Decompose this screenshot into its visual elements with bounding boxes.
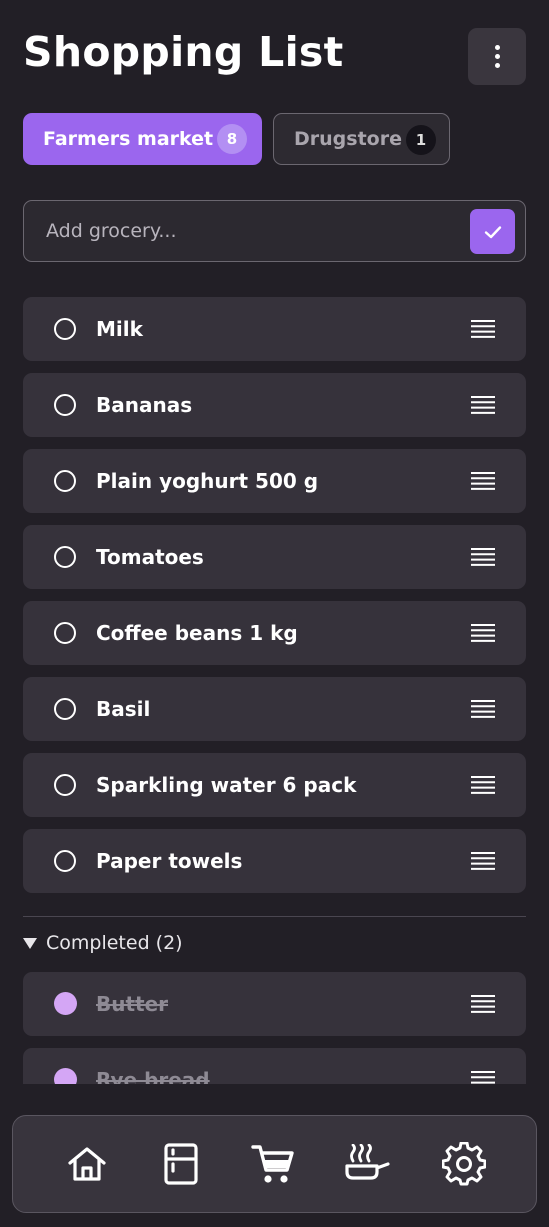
checked-circle[interactable]	[54, 992, 77, 1015]
count-badge: 8	[217, 124, 247, 154]
list-item[interactable]: Sparkling water 6 pack	[23, 753, 526, 817]
list-item[interactable]: Plain yoghurt 500 g	[23, 449, 526, 513]
drag-handle-icon[interactable]	[471, 851, 495, 871]
list-item[interactable]: Coffee beans 1 kg	[23, 601, 526, 665]
fridge-icon	[164, 1143, 198, 1185]
checkbox-circle[interactable]	[54, 622, 76, 644]
checkbox-circle[interactable]	[54, 850, 76, 872]
item-label: Coffee beans 1 kg	[96, 621, 298, 645]
item-label: Milk	[96, 317, 143, 341]
list-item[interactable]: Milk	[23, 297, 526, 361]
checkbox-circle[interactable]	[54, 394, 76, 416]
tab-label: Farmers market	[43, 128, 214, 150]
completed-item[interactable]: Butter	[23, 972, 526, 1036]
checked-circle[interactable]	[54, 1068, 77, 1084]
check-icon	[484, 225, 501, 238]
drag-handle-icon[interactable]	[471, 319, 495, 339]
more-menu-button[interactable]	[468, 28, 526, 85]
nav-home-button[interactable]	[63, 1140, 111, 1188]
item-label: Sparkling water 6 pack	[96, 773, 357, 797]
nav-fridge-button[interactable]	[157, 1140, 205, 1188]
add-grocery-input[interactable]	[24, 201, 464, 260]
checkbox-circle[interactable]	[54, 774, 76, 796]
completed-item[interactable]: Rye bread	[23, 1048, 526, 1084]
item-label: Rye bread	[96, 1068, 210, 1084]
completed-section-toggle[interactable]: Completed (2)	[23, 927, 183, 959]
nav-cart-button[interactable]	[249, 1140, 297, 1188]
tab-drugstore[interactable]: Drugstore 1	[273, 113, 450, 165]
item-label: Basil	[96, 697, 151, 721]
drag-handle-icon[interactable]	[471, 699, 495, 719]
divider	[23, 916, 526, 917]
nav-settings-button[interactable]	[440, 1140, 488, 1188]
tab-farmers-market[interactable]: Farmers market 8	[23, 113, 262, 165]
count-badge: 1	[406, 125, 436, 155]
list-item[interactable]: Bananas	[23, 373, 526, 437]
nav-cooking-button[interactable]	[343, 1140, 391, 1188]
bottom-navigation	[12, 1115, 537, 1213]
add-grocery-field	[23, 200, 526, 262]
tab-label: Drugstore	[294, 128, 402, 150]
more-vertical-icon-dot	[494, 63, 500, 68]
item-label: Bananas	[96, 393, 193, 417]
item-label: Plain yoghurt 500 g	[96, 469, 319, 493]
list-item[interactable]: Tomatoes	[23, 525, 526, 589]
item-label: Butter	[96, 992, 169, 1016]
checkbox-circle[interactable]	[54, 318, 76, 340]
more-vertical-icon	[494, 45, 500, 50]
completed-header-label: Completed (2)	[46, 932, 183, 954]
page-title: Shopping List	[23, 28, 344, 76]
item-label: Tomatoes	[96, 545, 204, 569]
cart-icon	[251, 1145, 294, 1183]
drag-handle-icon[interactable]	[471, 547, 495, 567]
home-icon	[68, 1147, 106, 1181]
checkbox-circle[interactable]	[54, 470, 76, 492]
caret-down-icon	[23, 937, 37, 949]
drag-handle-icon[interactable]	[471, 994, 495, 1014]
drag-handle-icon[interactable]	[471, 623, 495, 643]
cooking-pot-icon	[345, 1144, 390, 1180]
drag-handle-icon[interactable]	[471, 775, 495, 795]
list-item[interactable]: Paper towels	[23, 829, 526, 893]
drag-handle-icon[interactable]	[471, 395, 495, 415]
list-item[interactable]: Basil	[23, 677, 526, 741]
checkbox-circle[interactable]	[54, 698, 76, 720]
drag-handle-icon[interactable]	[471, 1070, 495, 1084]
item-label: Paper towels	[96, 849, 243, 873]
drag-handle-icon[interactable]	[471, 471, 495, 491]
shopping-list: Milk Bananas Plain yoghurt 500 g Tomatoe…	[0, 290, 549, 1084]
more-vertical-icon-dot	[494, 54, 500, 59]
settings-icon	[442, 1142, 486, 1186]
add-grocery-button[interactable]	[470, 209, 515, 254]
checkbox-circle[interactable]	[54, 546, 76, 568]
